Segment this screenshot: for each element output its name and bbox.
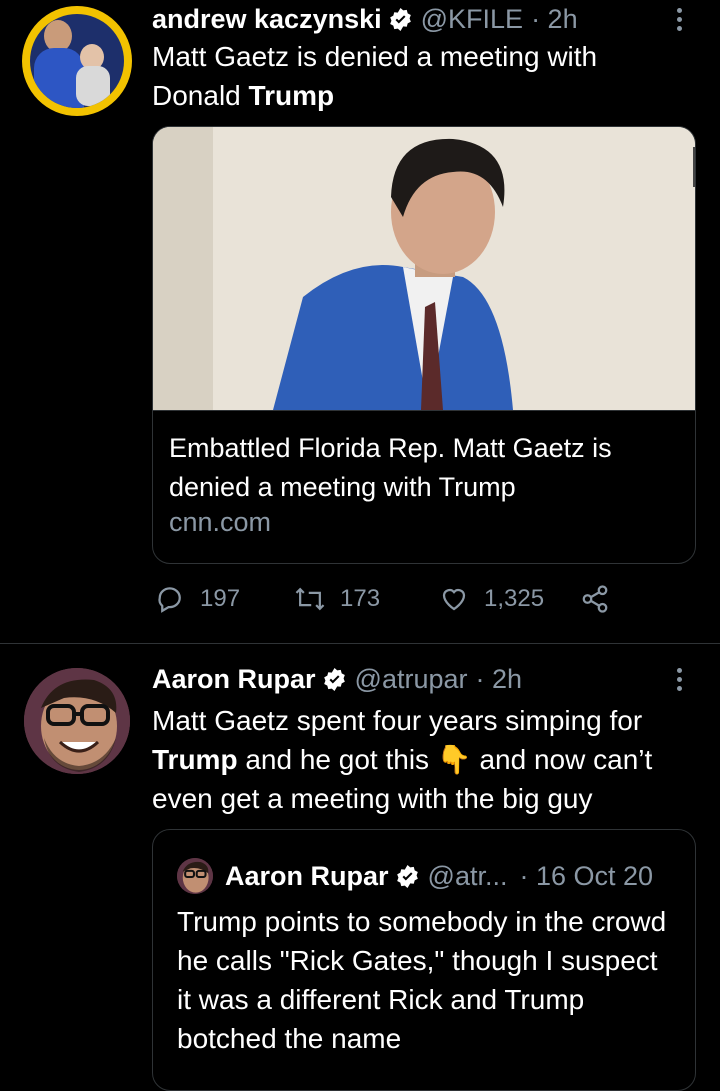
- tweet-header: Aaron Rupar @atrupar · 2h: [152, 664, 522, 695]
- tweet-text-part: and he got this: [237, 744, 437, 775]
- author-name[interactable]: Aaron Rupar: [152, 664, 316, 695]
- pointing-down-emoji: 👇: [436, 744, 472, 775]
- quoted-tweet-header: Aaron Rupar @atr... · 16 Oct 20: [177, 858, 653, 894]
- card-title[interactable]: Embattled Florida Rep. Matt Gaetz is den…: [169, 429, 679, 507]
- like-count: 1,325: [484, 585, 545, 612]
- quoted-tweet[interactable]: Aaron Rupar @atr... · 16 Oct 20 Trump po…: [152, 829, 696, 1091]
- tweet-text-part: Matt Gaetz spent four years simping for: [152, 705, 643, 736]
- card-domain[interactable]: cnn.com: [169, 507, 271, 538]
- tweet-actions: 197 173 1,325: [152, 584, 632, 624]
- more-icon[interactable]: [677, 8, 683, 35]
- quoted-avatar[interactable]: [177, 858, 213, 894]
- verified-icon: [322, 667, 347, 692]
- tweet-text-bold[interactable]: Trump: [249, 80, 335, 111]
- avatar-kaczynski[interactable]: [22, 6, 132, 116]
- quoted-tweet-text: Trump points to somebody in the crowd he…: [177, 906, 667, 1054]
- tweet-kaczynski[interactable]: andrew kaczynski @KFILE · 2h Matt Gaetz …: [0, 0, 720, 643]
- quoted-author-handle: @atr...: [427, 860, 508, 891]
- tweet-text: Matt Gaetz spent four years simping for …: [152, 701, 697, 818]
- card-image[interactable]: [153, 127, 695, 411]
- verified-icon: [395, 864, 420, 889]
- quoted-author-name: Aaron Rupar: [225, 860, 389, 891]
- retweet-icon: [295, 587, 325, 611]
- author-name[interactable]: andrew kaczynski: [152, 4, 382, 35]
- more-icon[interactable]: [677, 668, 683, 695]
- tweet-time[interactable]: · 2h: [476, 664, 523, 695]
- like-icon: [442, 588, 466, 611]
- quoted-tweet-time: · 16 Oct 20: [519, 860, 654, 891]
- retweet-button[interactable]: 173: [294, 584, 380, 614]
- verified-icon: [388, 7, 413, 32]
- reply-button[interactable]: 197: [156, 584, 240, 614]
- link-card[interactable]: Embattled Florida Rep. Matt Gaetz is den…: [152, 126, 696, 564]
- author-handle[interactable]: @atrupar: [355, 664, 468, 695]
- share-button[interactable]: [580, 584, 624, 614]
- retweet-count: 173: [340, 585, 381, 612]
- tweet-text: Matt Gaetz is denied a meeting with Dona…: [152, 37, 692, 115]
- tweet-text-bold[interactable]: Trump: [152, 744, 238, 775]
- reply-count: 197: [200, 585, 241, 612]
- author-handle[interactable]: @KFILE: [421, 4, 523, 35]
- avatar-rupar[interactable]: [24, 668, 130, 774]
- tweet-time[interactable]: · 2h: [531, 4, 578, 35]
- share-icon: [582, 585, 608, 613]
- tweet-text-part: Matt Gaetz is denied a meeting with Dona…: [152, 41, 598, 111]
- like-button[interactable]: 1,325: [438, 584, 544, 614]
- tweet-header: andrew kaczynski @KFILE · 2h: [152, 4, 578, 35]
- reply-icon: [158, 587, 181, 613]
